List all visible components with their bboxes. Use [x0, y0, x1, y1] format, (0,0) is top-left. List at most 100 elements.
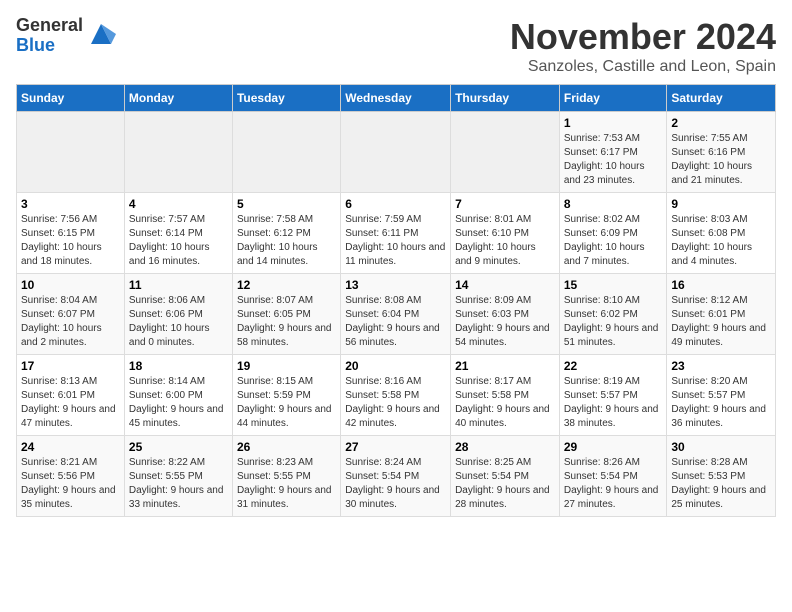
calendar-cell: 6Sunrise: 7:59 AM Sunset: 6:11 PM Daylig…: [341, 193, 451, 274]
calendar-cell: 13 Sunrise: 8:08 AM Sunset: 6:04 PM Dayli…: [341, 274, 451, 355]
day-number: 25: [129, 440, 228, 454]
header: General Blue November 2024 Sanzoles, Cas…: [16, 16, 776, 76]
day-header-tuesday: Tuesday: [232, 85, 340, 112]
day-info: Sunrise: 8:06 AM Sunset: 6:06 PM Dayligh…: [129, 294, 228, 350]
calendar-cell: 3 Sunrise: 7:56 AM Sunset: 6:15 PM Daylig…: [17, 193, 125, 274]
calendar-cell: 30 Sunrise: 8:28 AM Sunset: 5:53 PM Dayli…: [667, 436, 776, 517]
day-number: 15: [564, 278, 663, 292]
day-info: Sunrise: 8:20 AM Sunset: 5:57 PM Dayligh…: [671, 375, 771, 431]
day-info: Sunrise: 7:56 AM Sunset: 6:15 PM Dayligh…: [21, 213, 120, 269]
calendar-cell: [124, 112, 232, 193]
day-info: Sunrise: 8:21 AM Sunset: 5:56 PM Dayligh…: [21, 456, 120, 512]
day-number: 6: [345, 197, 446, 211]
day-number: 7: [455, 197, 555, 211]
calendar-cell: 24 Sunrise: 8:21 AM Sunset: 5:56 PM Dayli…: [17, 436, 125, 517]
calendar-cell: 20 Sunrise: 8:16 AM Sunset: 5:58 PM Dayli…: [341, 355, 451, 436]
week-row-5: 24 Sunrise: 8:21 AM Sunset: 5:56 PM Dayli…: [17, 436, 776, 517]
day-info: Sunrise: 8:23 AM Sunset: 5:55 PM Dayligh…: [237, 456, 336, 512]
day-number: 30: [671, 440, 771, 454]
calendar-cell: 12 Sunrise: 8:07 AM Sunset: 6:05 PM Dayli…: [232, 274, 340, 355]
week-row-3: 10Sunrise: 8:04 AM Sunset: 6:07 PM Dayli…: [17, 274, 776, 355]
day-number: 12: [237, 278, 336, 292]
day-header-monday: Monday: [124, 85, 232, 112]
day-info: Sunrise: 8:28 AM Sunset: 5:53 PM Dayligh…: [671, 456, 771, 512]
logo-icon: [86, 19, 116, 49]
calendar-cell: 28Sunrise: 8:25 AM Sunset: 5:54 PM Dayli…: [451, 436, 560, 517]
day-info: Sunrise: 8:14 AM Sunset: 6:00 PM Dayligh…: [129, 375, 228, 431]
day-number: 26: [237, 440, 336, 454]
day-info: Sunrise: 8:25 AM Sunset: 5:54 PM Dayligh…: [455, 456, 555, 512]
calendar-cell: 14Sunrise: 8:09 AM Sunset: 6:03 PM Dayli…: [451, 274, 560, 355]
day-number: 10: [21, 278, 120, 292]
day-info: Sunrise: 7:57 AM Sunset: 6:14 PM Dayligh…: [129, 213, 228, 269]
day-info: Sunrise: 8:16 AM Sunset: 5:58 PM Dayligh…: [345, 375, 446, 431]
day-number: 11: [129, 278, 228, 292]
calendar-cell: 7 Sunrise: 8:01 AM Sunset: 6:10 PM Daylig…: [451, 193, 560, 274]
calendar-cell: 21 Sunrise: 8:17 AM Sunset: 5:58 PM Dayli…: [451, 355, 560, 436]
day-number: 20: [345, 359, 446, 373]
calendar-cell: [232, 112, 340, 193]
day-info: Sunrise: 8:08 AM Sunset: 6:04 PM Dayligh…: [345, 294, 446, 350]
day-header-wednesday: Wednesday: [341, 85, 451, 112]
day-info: Sunrise: 8:15 AM Sunset: 5:59 PM Dayligh…: [237, 375, 336, 431]
day-header-sunday: Sunday: [17, 85, 125, 112]
day-info: Sunrise: 8:24 AM Sunset: 5:54 PM Dayligh…: [345, 456, 446, 512]
day-info: Sunrise: 8:12 AM Sunset: 6:01 PM Dayligh…: [671, 294, 771, 350]
calendar-cell: 8Sunrise: 8:02 AM Sunset: 6:09 PM Daylig…: [559, 193, 667, 274]
day-info: Sunrise: 8:01 AM Sunset: 6:10 PM Dayligh…: [455, 213, 555, 269]
calendar-cell: 19Sunrise: 8:15 AM Sunset: 5:59 PM Dayli…: [232, 355, 340, 436]
week-row-1: 1Sunrise: 7:53 AM Sunset: 6:17 PM Daylig…: [17, 112, 776, 193]
day-info: Sunrise: 8:26 AM Sunset: 5:54 PM Dayligh…: [564, 456, 663, 512]
day-info: Sunrise: 8:03 AM Sunset: 6:08 PM Dayligh…: [671, 213, 771, 269]
day-info: Sunrise: 8:22 AM Sunset: 5:55 PM Dayligh…: [129, 456, 228, 512]
month-title: November 2024: [510, 16, 776, 58]
days-header-row: SundayMondayTuesdayWednesdayThursdayFrid…: [17, 85, 776, 112]
calendar-cell: 26 Sunrise: 8:23 AM Sunset: 5:55 PM Dayli…: [232, 436, 340, 517]
day-header-saturday: Saturday: [667, 85, 776, 112]
day-number: 8: [564, 197, 663, 211]
day-number: 16: [671, 278, 771, 292]
day-number: 24: [21, 440, 120, 454]
day-number: 5: [237, 197, 336, 211]
day-header-friday: Friday: [559, 85, 667, 112]
location-title: Sanzoles, Castille and Leon, Spain: [510, 58, 776, 76]
calendar-cell: [451, 112, 560, 193]
calendar-cell: 23Sunrise: 8:20 AM Sunset: 5:57 PM Dayli…: [667, 355, 776, 436]
calendar-body: 1Sunrise: 7:53 AM Sunset: 6:17 PM Daylig…: [17, 112, 776, 517]
day-info: Sunrise: 8:13 AM Sunset: 6:01 PM Dayligh…: [21, 375, 120, 431]
calendar-cell: 1Sunrise: 7:53 AM Sunset: 6:17 PM Daylig…: [559, 112, 667, 193]
calendar-cell: 27Sunrise: 8:24 AM Sunset: 5:54 PM Dayli…: [341, 436, 451, 517]
calendar-cell: 16 Sunrise: 8:12 AM Sunset: 6:01 PM Dayli…: [667, 274, 776, 355]
day-info: Sunrise: 8:17 AM Sunset: 5:58 PM Dayligh…: [455, 375, 555, 431]
logo-blue: Blue: [16, 35, 55, 55]
day-number: 21: [455, 359, 555, 373]
day-info: Sunrise: 8:07 AM Sunset: 6:05 PM Dayligh…: [237, 294, 336, 350]
calendar-cell: 15Sunrise: 8:10 AM Sunset: 6:02 PM Dayli…: [559, 274, 667, 355]
logo: General Blue: [16, 16, 116, 56]
calendar-cell: 11 Sunrise: 8:06 AM Sunset: 6:06 PM Dayli…: [124, 274, 232, 355]
calendar-cell: 17 Sunrise: 8:13 AM Sunset: 6:01 PM Dayli…: [17, 355, 125, 436]
calendar-cell: 22 Sunrise: 8:19 AM Sunset: 5:57 PM Dayli…: [559, 355, 667, 436]
day-header-thursday: Thursday: [451, 85, 560, 112]
day-number: 18: [129, 359, 228, 373]
calendar-cell: 25 Sunrise: 8:22 AM Sunset: 5:55 PM Dayli…: [124, 436, 232, 517]
calendar-cell: 10Sunrise: 8:04 AM Sunset: 6:07 PM Dayli…: [17, 274, 125, 355]
calendar-cell: [17, 112, 125, 193]
calendar-table: SundayMondayTuesdayWednesdayThursdayFrid…: [16, 84, 776, 517]
calendar-cell: 29 Sunrise: 8:26 AM Sunset: 5:54 PM Dayli…: [559, 436, 667, 517]
day-number: 1: [564, 116, 663, 130]
day-number: 22: [564, 359, 663, 373]
day-number: 13: [345, 278, 446, 292]
calendar-cell: 4 Sunrise: 7:57 AM Sunset: 6:14 PM Daylig…: [124, 193, 232, 274]
day-number: 17: [21, 359, 120, 373]
calendar-cell: 5Sunrise: 7:58 AM Sunset: 6:12 PM Daylig…: [232, 193, 340, 274]
calendar-cell: 9 Sunrise: 8:03 AM Sunset: 6:08 PM Daylig…: [667, 193, 776, 274]
day-number: 29: [564, 440, 663, 454]
day-number: 4: [129, 197, 228, 211]
calendar-cell: 18 Sunrise: 8:14 AM Sunset: 6:00 PM Dayli…: [124, 355, 232, 436]
day-number: 14: [455, 278, 555, 292]
day-info: Sunrise: 8:19 AM Sunset: 5:57 PM Dayligh…: [564, 375, 663, 431]
day-number: 9: [671, 197, 771, 211]
day-number: 3: [21, 197, 120, 211]
day-info: Sunrise: 7:55 AM Sunset: 6:16 PM Dayligh…: [671, 132, 771, 188]
